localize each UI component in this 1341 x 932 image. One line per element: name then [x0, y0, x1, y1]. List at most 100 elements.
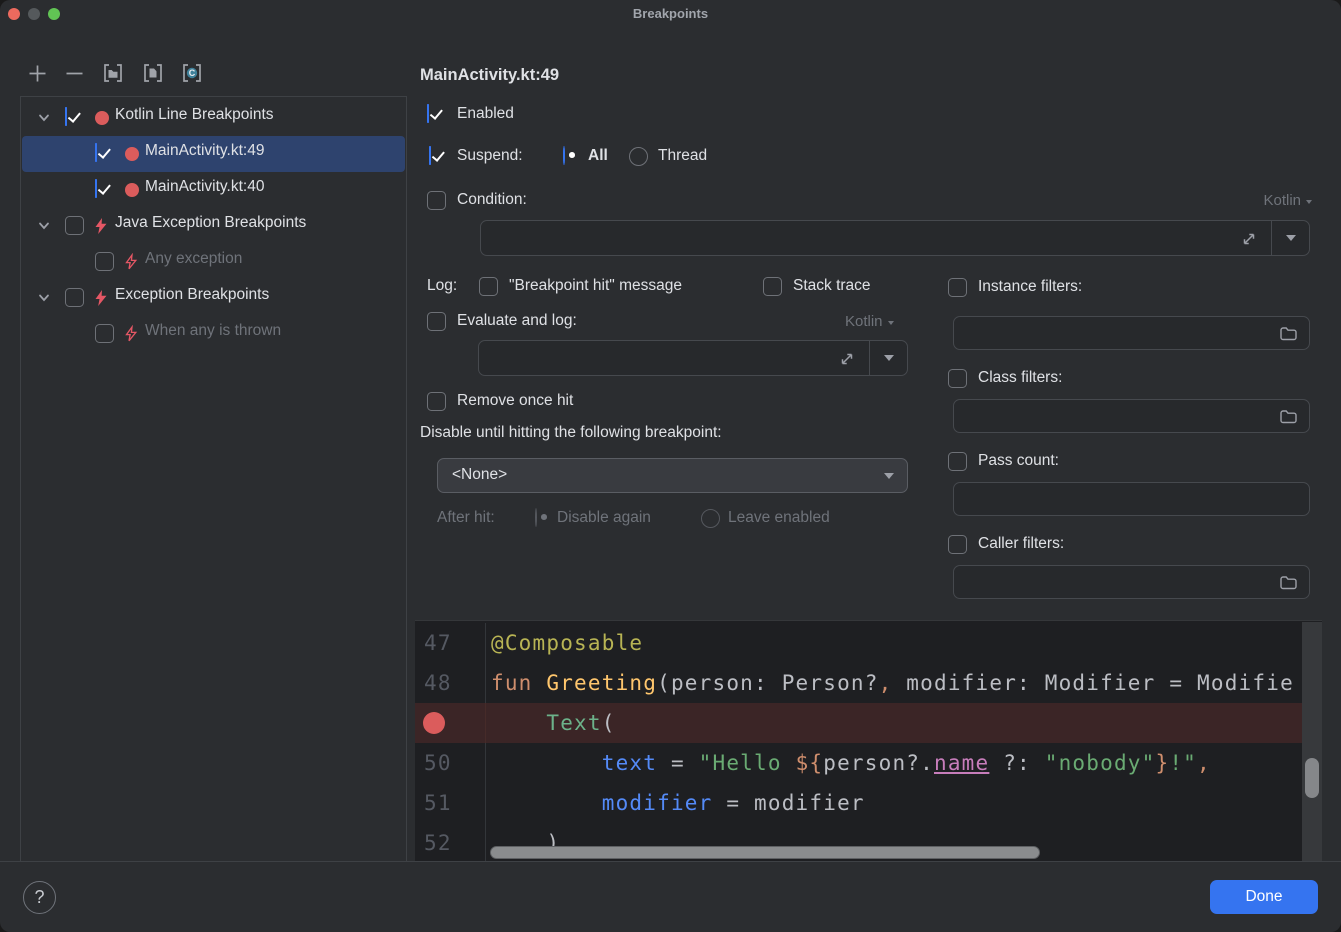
- code-token: ?:: [989, 751, 1044, 775]
- class-filters-label[interactable]: Class filters:: [978, 369, 1062, 387]
- class-filters-checkbox[interactable]: [948, 369, 967, 388]
- instance-filters-label[interactable]: Instance filters:: [978, 278, 1082, 296]
- pass-count-label[interactable]: Pass count:: [978, 452, 1059, 470]
- tree-row-any-exception[interactable]: Any exception: [21, 244, 406, 280]
- vertical-scrollbar[interactable]: [1302, 622, 1322, 862]
- disable-until-combobox[interactable]: <None>: [437, 458, 908, 493]
- exception-bolt-outline-icon: [124, 253, 138, 276]
- tree-checkbox[interactable]: [95, 324, 114, 343]
- add-breakpoint-button[interactable]: [27, 63, 48, 89]
- after-hit-disable-label: Disable again: [557, 509, 651, 527]
- breakpoint-dot-icon[interactable]: [423, 712, 445, 734]
- code-lines: 47@Composable48fun Greeting(person: Pers…: [415, 621, 1322, 862]
- chevron-down-icon[interactable]: [37, 291, 51, 310]
- log-message-checkbox[interactable]: [479, 277, 498, 296]
- condition-checkbox[interactable]: [427, 191, 446, 210]
- disable-until-value: <None>: [452, 466, 507, 484]
- horizontal-scrollbar-thumb[interactable]: [490, 846, 1040, 859]
- stack-trace-label[interactable]: Stack trace: [793, 277, 871, 295]
- tree-label: MainActivity.kt:49: [145, 142, 264, 160]
- instance-filters-checkbox[interactable]: [948, 278, 967, 297]
- tree-checkbox[interactable]: [95, 143, 97, 162]
- group-by-file-button[interactable]: [142, 62, 164, 89]
- suspend-checkbox[interactable]: [429, 146, 431, 165]
- remove-once-hit-checkbox[interactable]: [427, 392, 446, 411]
- code-text: Text(: [485, 703, 1322, 743]
- code-token: Text: [546, 711, 601, 735]
- suspend-thread-label[interactable]: Thread: [658, 147, 707, 165]
- pass-count-checkbox[interactable]: [948, 452, 967, 471]
- folder-browse-icon[interactable]: [1279, 325, 1298, 347]
- expand-field-icon[interactable]: [1241, 231, 1257, 252]
- folder-browse-icon[interactable]: [1279, 574, 1298, 596]
- tree-checkbox[interactable]: [65, 107, 67, 126]
- caller-filters-input[interactable]: [953, 565, 1310, 599]
- breakpoint-dot-icon: [125, 183, 139, 197]
- code-token: "Hello: [699, 751, 796, 775]
- line-number: 47: [415, 623, 485, 663]
- suspend-all-radio[interactable]: [563, 146, 565, 165]
- tree-row-when-any-thrown[interactable]: When any is thrown: [21, 316, 406, 352]
- code-line: 50 text = "Hello ${person?.name ?: "nobo…: [415, 743, 1322, 783]
- tree-row-exception-breakpoints[interactable]: Exception Breakpoints: [21, 280, 406, 316]
- tree-checkbox[interactable]: [95, 179, 97, 198]
- code-line: 51 modifier = modifier: [415, 783, 1322, 823]
- code-token: (person: Person?: [657, 671, 879, 695]
- code-token: !": [1169, 751, 1197, 775]
- evaluate-checkbox[interactable]: [427, 312, 446, 331]
- class-filters-input[interactable]: [953, 399, 1310, 433]
- evaluate-language-chooser[interactable]: Kotlin: [845, 313, 894, 330]
- condition-label[interactable]: Condition:: [457, 191, 527, 209]
- caller-filters-checkbox[interactable]: [948, 535, 967, 554]
- group-by-class-button[interactable]: C: [181, 62, 203, 89]
- log-message-label[interactable]: "Breakpoint hit" message: [509, 277, 682, 295]
- tree-row-kotlin-line-breakpoints[interactable]: Kotlin Line Breakpoints: [21, 100, 406, 136]
- stack-trace-checkbox[interactable]: [763, 277, 782, 296]
- line-number: 51: [415, 783, 485, 823]
- vertical-scrollbar-thumb[interactable]: [1305, 758, 1319, 798]
- breakpoints-dialog: Breakpoints C: [0, 0, 1341, 932]
- enabled-label[interactable]: Enabled: [457, 105, 514, 123]
- code-token: modifier: Modifier = Modifie: [892, 671, 1293, 695]
- group-by-class-icon: C: [181, 62, 203, 84]
- tree-label: Java Exception Breakpoints: [115, 214, 306, 232]
- pass-count-input[interactable]: [953, 482, 1310, 516]
- exception-bolt-icon: [94, 217, 108, 240]
- line-number: 52: [415, 823, 485, 862]
- help-button[interactable]: ?: [23, 881, 56, 914]
- code-token: person?.: [823, 751, 934, 775]
- evaluate-label[interactable]: Evaluate and log:: [457, 312, 577, 330]
- remove-breakpoint-button[interactable]: [64, 63, 85, 89]
- after-hit-disable-radio: [535, 508, 537, 527]
- code-token: ,: [879, 671, 893, 695]
- evaluate-input[interactable]: [478, 340, 908, 376]
- group-by-package-button[interactable]: [102, 62, 124, 89]
- suspend-thread-radio[interactable]: [629, 147, 648, 166]
- expand-field-icon[interactable]: [839, 351, 855, 372]
- titlebar: Breakpoints: [0, 0, 1341, 28]
- condition-input[interactable]: [480, 220, 1310, 256]
- tree-row-java-exception-breakpoints[interactable]: Java Exception Breakpoints: [21, 208, 406, 244]
- tree-checkbox[interactable]: [65, 288, 84, 307]
- tree-checkbox[interactable]: [65, 216, 84, 235]
- chevron-down-icon[interactable]: [37, 219, 51, 238]
- done-button[interactable]: Done: [1210, 880, 1318, 914]
- instance-filters-input[interactable]: [953, 316, 1310, 350]
- tree-checkbox[interactable]: [95, 252, 114, 271]
- chevron-down-icon[interactable]: [37, 111, 51, 130]
- log-label: Log:: [427, 277, 457, 295]
- evaluate-history-dropdown[interactable]: [869, 341, 907, 375]
- tree-row-mainactivity-40[interactable]: MainActivity.kt:40: [21, 172, 406, 208]
- enabled-checkbox[interactable]: [427, 104, 429, 123]
- tree-row-mainactivity-49[interactable]: MainActivity.kt:49: [21, 136, 406, 172]
- folder-browse-icon[interactable]: [1279, 408, 1298, 430]
- condition-language-chooser[interactable]: Kotlin: [1263, 192, 1312, 209]
- remove-once-hit-label[interactable]: Remove once hit: [457, 392, 573, 410]
- code-token: modifier: [754, 791, 865, 815]
- suspend-all-label[interactable]: All: [588, 147, 608, 165]
- line-number: 48: [415, 663, 485, 703]
- tree-label: Kotlin Line Breakpoints: [115, 106, 274, 124]
- condition-history-dropdown[interactable]: [1271, 221, 1309, 255]
- footer-separator: [0, 861, 1341, 862]
- caller-filters-label[interactable]: Caller filters:: [978, 535, 1064, 553]
